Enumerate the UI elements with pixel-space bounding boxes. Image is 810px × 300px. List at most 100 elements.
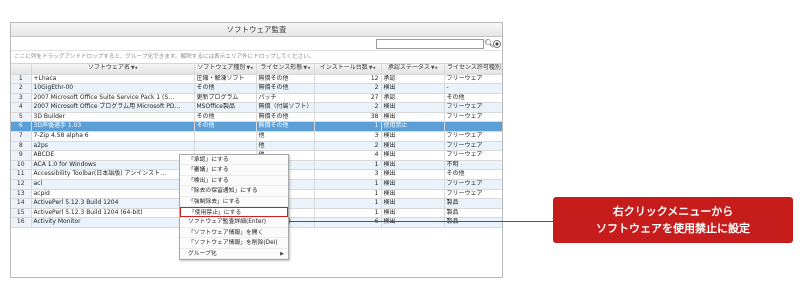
cell-install-count: 12 xyxy=(314,74,382,85)
context-menu-item[interactable]: 「強制除去」にする xyxy=(180,197,288,207)
cell-install-count: 1 xyxy=(314,198,382,209)
column-label: ライセンス形態 xyxy=(260,64,303,72)
table-row[interactable]: 3 2007 Microsoft Office Suite Service Pac… xyxy=(11,93,502,104)
cell-license-form: 無償その他 xyxy=(256,74,315,85)
filter-icon[interactable]: ▼◂ xyxy=(131,65,137,71)
cell-license-permission: その他 xyxy=(444,169,502,181)
table-row[interactable]: 5 3D Builder その他 無償その他 38 検出 フリーウェア xyxy=(11,112,502,123)
search-icon[interactable]: 🔍︎ xyxy=(484,39,494,49)
row-number: 16 xyxy=(11,217,32,228)
context-menu-item[interactable]: 「ソフトウェア情報」を削除(Del) xyxy=(180,238,288,249)
row-number-header xyxy=(11,64,32,75)
row-number: 12 xyxy=(11,179,32,190)
cell-license-permission: フリーウェア xyxy=(444,141,502,152)
row-number: 14 xyxy=(11,198,32,209)
menu-item-label: 「承認」にする xyxy=(188,157,229,163)
cell-approval-status: 検出 xyxy=(381,83,445,94)
table-row[interactable]: 8 a2ps 他 2 検出 フリーウェア xyxy=(11,141,502,152)
cell-software-name: Accessibility Toolbar(日本語版) アンインスト… xyxy=(31,169,195,181)
filter-icon[interactable]: ▼◂ xyxy=(246,65,252,71)
context-menu-item[interactable]: 「ソフトウェア情報」を開く xyxy=(180,228,288,239)
cell-approval-status: 検出 xyxy=(381,169,445,181)
cell-license-form: パッチ xyxy=(256,93,315,104)
cell-install-count: 1 xyxy=(314,208,382,219)
search-option-icon[interactable] xyxy=(493,40,501,48)
cell-license-permission: フリーウェア xyxy=(444,112,502,123)
cell-license-permission: 製品 xyxy=(444,208,502,219)
row-number: 4 xyxy=(11,102,32,113)
table-row[interactable]: 1 +Lhaca 圧縮・解凍ソフト 無償その他 12 承認 フリーウェア xyxy=(11,74,502,85)
callout-line-1: 右クリックメニューから xyxy=(612,205,734,218)
context-menu-item[interactable]: 「承認」にする xyxy=(180,155,288,166)
cell-software-name: 10GigEthr-00 xyxy=(31,83,195,94)
column-header-install-count[interactable]: インストール台数▼◂ xyxy=(314,64,382,75)
row-number: 8 xyxy=(11,141,32,152)
cell-install-count: 6 xyxy=(314,217,382,228)
cell-install-count: 2 xyxy=(314,141,382,152)
filter-icon[interactable]: ▼◂ xyxy=(431,65,437,71)
table-header-row: ソフトウェア名▼◂ ソフトウェア種別▼◂ ライセンス形態▼◂ インストール台数▼… xyxy=(11,64,502,75)
cell-license-form: 他 xyxy=(256,131,315,142)
cell-software-type: その他 xyxy=(194,83,257,94)
cell-software-name: 2007 Microsoft Office プログラム用 Microsoft P… xyxy=(31,102,195,113)
menu-item-label: 「使用禁止」にする xyxy=(189,209,242,216)
row-number: 13 xyxy=(11,189,32,200)
row-number: 15 xyxy=(11,208,32,219)
column-label: ライセンス許可種別 xyxy=(447,64,501,72)
row-number: 7 xyxy=(11,131,32,142)
column-header-software-type[interactable]: ソフトウェア種別▼◂ xyxy=(194,64,257,75)
cell-license-permission: 製品 xyxy=(444,198,502,209)
cell-approval-status: 使用禁止 xyxy=(381,121,445,133)
column-header-software-name[interactable]: ソフトウェア名▼◂ xyxy=(31,64,195,75)
cell-license-form: 無償その他 xyxy=(256,112,315,123)
menu-item-prohibit-use[interactable]: 「使用禁止」にする xyxy=(180,206,288,218)
column-label: 承認ステータス xyxy=(387,64,430,72)
table-row[interactable]: 7 7-Zip 4.58 alpha 6 他 3 検出 フリーウェア xyxy=(11,131,502,142)
cell-approval-status: 検出 xyxy=(381,179,445,190)
cell-software-type: 圧縮・解凍ソフト xyxy=(194,74,257,85)
search-input[interactable] xyxy=(376,39,484,49)
column-label: ソフトウェア種別 xyxy=(197,64,246,72)
cell-license-permission: その他 xyxy=(444,93,502,104)
cell-software-name: 3D声優選手 1.03 xyxy=(31,121,195,133)
column-header-approval-status[interactable]: 承認ステータス▼◂ xyxy=(381,64,445,75)
table-row[interactable]: 6 3D声優選手 1.03 その他 無償その他 1 使用禁止 xyxy=(11,121,502,133)
cell-software-name: ABCDE xyxy=(31,150,195,161)
filter-icon[interactable]: ▼◂ xyxy=(303,65,309,71)
cell-install-count: 1 xyxy=(314,121,382,133)
context-menu-item[interactable]: 「除去の保留通知」にする xyxy=(180,186,288,197)
context-menu-item[interactable]: 「検出」にする xyxy=(180,176,288,187)
callout-connector-line xyxy=(289,221,553,222)
cell-license-form: 無償その他 xyxy=(256,121,315,133)
table-row[interactable]: 2 10GigEthr-00 その他 無償その他 2 検出 - xyxy=(11,83,502,94)
column-header-license-form[interactable]: ライセンス形態▼◂ xyxy=(256,64,315,75)
menu-item-label: グループ化 xyxy=(188,250,217,257)
cell-approval-status: 承認 xyxy=(381,74,445,85)
cell-approval-status: 検出 xyxy=(381,160,445,171)
column-header-license-permission[interactable]: ライセンス許可種別 xyxy=(444,64,502,75)
cell-software-type: MSOffice製品 xyxy=(194,102,257,113)
context-menu-item[interactable]: 「審議」にする xyxy=(180,165,288,176)
cell-approval-status: 検出 xyxy=(381,150,445,161)
row-number: 5 xyxy=(11,112,32,123)
table-row[interactable]: 4 2007 Microsoft Office プログラム用 Microsoft … xyxy=(11,102,502,113)
cell-license-permission xyxy=(444,121,502,133)
cell-software-name: Activity Monitor xyxy=(31,217,195,228)
menu-item-label: 「検出」にする xyxy=(188,177,229,184)
cell-software-type: 更新プログラム xyxy=(194,93,257,104)
row-number: 2 xyxy=(11,83,32,94)
cell-license-form: 無償（付属ソフト） xyxy=(256,102,315,113)
submenu-arrow-icon: ▶ xyxy=(280,250,284,257)
cell-software-type xyxy=(194,131,257,142)
menu-item-label: 「ソフトウェア情報」を開く xyxy=(188,229,264,236)
context-menu-item[interactable]: ソフトウェア監査詳細(Enter) xyxy=(180,217,288,228)
cell-approval-status: 検出 xyxy=(381,112,445,123)
context-menu-item[interactable]: グループ化 ▶ xyxy=(180,249,288,259)
search-bar: 🔍︎ xyxy=(11,37,502,51)
cell-install-count: 1 xyxy=(314,160,382,171)
row-number: 6 xyxy=(11,121,32,133)
group-by-hint[interactable]: ここに列をドラッグアンドドロップすると、グループ化できます。解除するには表示エリ… xyxy=(11,51,502,64)
cell-install-count: 4 xyxy=(314,150,382,161)
filter-icon[interactable]: ▼◂ xyxy=(369,65,375,71)
cell-license-permission: フリーウェア xyxy=(444,74,502,85)
